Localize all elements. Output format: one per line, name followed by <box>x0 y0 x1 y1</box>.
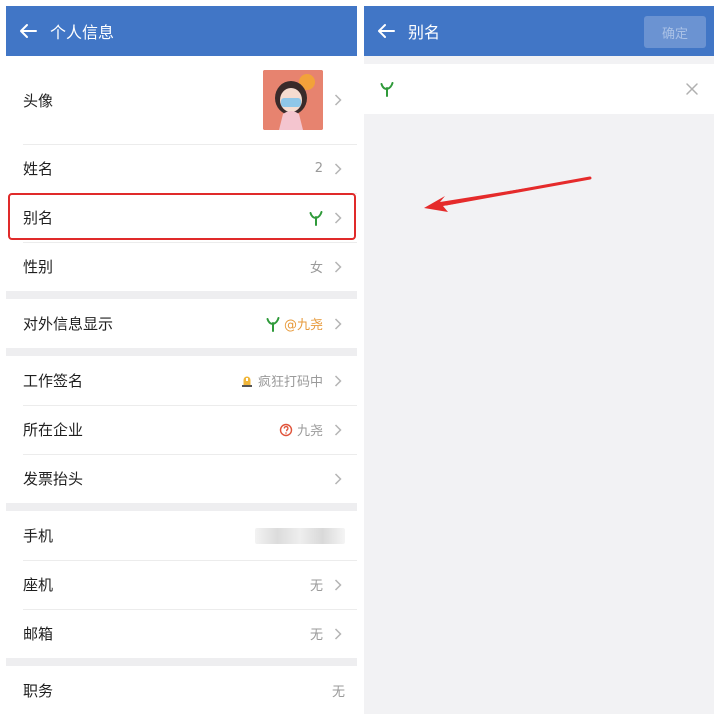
group-divider <box>6 291 357 299</box>
page-title: 个人信息 <box>50 23 115 42</box>
row-label: 工作签名 <box>23 372 84 390</box>
confirm-button[interactable]: 确定 <box>644 16 706 48</box>
avatar <box>263 70 323 130</box>
header-bar: 别名 确定 <box>364 6 714 56</box>
row-label: 姓名 <box>23 160 54 178</box>
row-external-display[interactable]: 对外信息显示 @九尧 <box>6 299 357 348</box>
question-circle-icon <box>279 423 293 436</box>
row-value: 女 <box>309 261 323 276</box>
row-landline[interactable]: 座机 无 <box>6 560 357 609</box>
chevron-right-icon <box>331 162 345 176</box>
row-label: 发票抬头 <box>23 470 84 488</box>
chevron-right-icon <box>331 317 345 331</box>
row-email[interactable]: 邮箱 无 <box>6 609 357 658</box>
external-info-group: 对外信息显示 @九尧 <box>6 299 357 348</box>
row-work-signature[interactable]: 工作签名 疯狂打码中 <box>6 356 357 405</box>
row-value: 无 <box>309 628 323 643</box>
row-label: 座机 <box>23 576 54 594</box>
chevron-right-icon <box>331 211 345 225</box>
row-name[interactable]: 姓名 2 <box>6 144 357 193</box>
row-gender[interactable]: 性别 女 <box>6 242 357 291</box>
row-label: 手机 <box>23 527 54 545</box>
group-divider <box>6 658 357 666</box>
signature-text: 疯狂打码中 <box>257 375 323 390</box>
page-title: 别名 <box>408 23 441 42</box>
row-value: @九尧 <box>266 314 323 333</box>
external-display-text: @九尧 <box>283 318 323 333</box>
alias-input-row[interactable] <box>364 64 714 114</box>
arrow-left-icon <box>378 24 395 38</box>
personal-info-screen: 个人信息 头像 姓名 2 别名 性别 女 对外信息显示 @九尧 工作签名 疯狂打… <box>6 6 357 714</box>
chevron-right-icon <box>331 260 345 274</box>
row-value: 疯狂打码中 <box>240 371 323 390</box>
row-label: 别名 <box>23 209 54 227</box>
row-label: 对外信息显示 <box>23 315 114 333</box>
row-value: 无 <box>331 685 345 700</box>
chevron-right-icon <box>331 578 345 592</box>
mobile-redacted-value <box>255 527 345 544</box>
basic-info-group: 头像 姓名 2 别名 性别 女 <box>6 56 357 291</box>
row-avatar[interactable]: 头像 <box>6 56 357 144</box>
back-button[interactable] <box>6 6 50 56</box>
siren-icon <box>241 376 252 387</box>
chevron-right-icon <box>331 93 345 107</box>
row-value: 2 <box>314 161 323 176</box>
row-mobile[interactable]: 手机 <box>6 511 357 560</box>
work-info-group: 工作签名 疯狂打码中 所在企业 九尧 发票抬头 <box>6 356 357 503</box>
clear-input-button[interactable] <box>682 79 702 99</box>
row-invoice-header[interactable]: 发票抬头 <box>6 454 357 503</box>
row-label: 邮箱 <box>23 625 54 643</box>
contact-info-group: 手机 座机 无 邮箱 无 <box>6 511 357 658</box>
header-bar: 个人信息 <box>6 6 357 56</box>
back-button[interactable] <box>364 6 408 56</box>
arrow-left-icon <box>20 24 37 38</box>
alias-input[interactable] <box>380 81 682 97</box>
row-alias[interactable]: 别名 <box>6 193 357 242</box>
row-label: 所在企业 <box>23 421 84 439</box>
row-label: 职务 <box>23 682 54 700</box>
row-value: 无 <box>309 579 323 594</box>
chevron-right-icon <box>331 423 345 437</box>
group-divider <box>6 348 357 356</box>
position-group: 职务 无 <box>6 666 357 714</box>
group-divider <box>6 503 357 511</box>
row-value: 九尧 <box>279 420 323 439</box>
chevron-right-icon <box>331 472 345 486</box>
chevron-right-icon <box>331 627 345 641</box>
alias-edit-screen: 别名 确定 <box>364 6 714 714</box>
row-position[interactable]: 职务 无 <box>6 666 357 714</box>
sprout-icon <box>266 316 280 332</box>
sprout-icon <box>380 82 394 97</box>
sprout-icon <box>309 210 323 226</box>
row-company[interactable]: 所在企业 九尧 <box>6 405 357 454</box>
chevron-right-icon <box>331 374 345 388</box>
company-text: 九尧 <box>296 424 323 439</box>
row-value <box>309 210 323 226</box>
row-label: 性别 <box>23 258 54 276</box>
close-icon <box>686 83 698 95</box>
row-label: 头像 <box>23 91 54 110</box>
